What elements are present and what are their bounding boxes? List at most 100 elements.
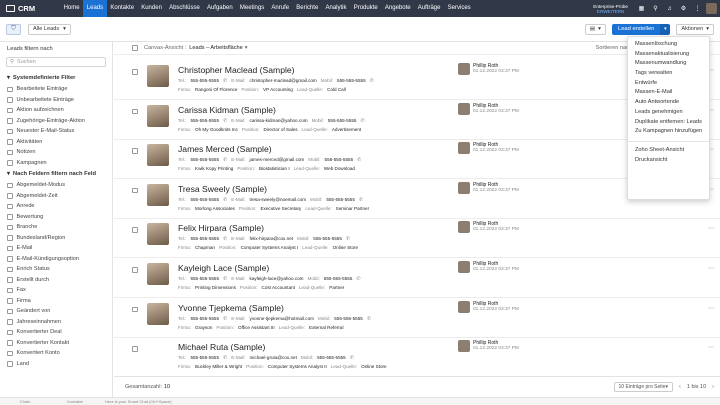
actions-menu-item[interactable]: Zu Kampagnen hinzufügen	[628, 127, 709, 137]
lead-row[interactable]: Michael Ruta (Sample) Tel.: 555-555-5555 ✆ E…	[114, 338, 720, 378]
lead-name[interactable]: Christopher Maclead (Sample)	[178, 65, 295, 75]
phone-icon[interactable]: ✆	[223, 355, 227, 361]
row-checkbox[interactable]	[132, 69, 138, 75]
filter-item[interactable]: Konvertierter Kontakt	[0, 338, 112, 349]
search-icon[interactable]: ⚲	[650, 3, 661, 14]
next-page-icon[interactable]: ›	[712, 384, 714, 390]
filter-checkbox[interactable]	[7, 256, 13, 262]
filter-item[interactable]: Jahreseinnahmen	[0, 317, 112, 328]
apps-menu-icon[interactable]: ⋮	[692, 3, 703, 14]
filter-checkbox[interactable]	[7, 214, 13, 220]
filter-checkbox[interactable]	[7, 139, 13, 145]
actions-menu-item[interactable]: Zoho Sheet-Ansicht	[628, 146, 709, 156]
nav-tab-11[interactable]: Angebote	[381, 0, 414, 17]
phone-icon[interactable]: ✆	[370, 78, 374, 84]
actions-menu-item[interactable]: Tags verwalten	[628, 69, 709, 79]
filter-checkbox[interactable]	[7, 182, 13, 188]
filter-item[interactable]: Abgemeldet-Zeit	[0, 191, 112, 202]
filter-checkbox[interactable]	[7, 203, 13, 209]
nav-tab-2[interactable]: Kontakte	[107, 0, 138, 17]
lead-email[interactable]: tresa-sweely@noemail.com	[250, 197, 307, 203]
nav-tab-8[interactable]: Berichte	[293, 0, 322, 17]
phone-icon[interactable]: ✆	[350, 355, 354, 361]
nav-tab-7[interactable]: Anrufe	[268, 0, 293, 17]
filter-item[interactable]: Bearbeitete Einträge	[0, 84, 112, 95]
filter-item[interactable]: Land	[0, 359, 112, 370]
upgrade-link[interactable]: ERWEITERN	[597, 9, 624, 14]
lead-name[interactable]: Felix Hirpara (Sample)	[178, 223, 264, 233]
filter-checkbox[interactable]	[7, 266, 13, 272]
filter-checkbox[interactable]	[7, 149, 13, 155]
row-checkbox[interactable]	[132, 267, 138, 273]
filter-item[interactable]: Fax	[0, 285, 112, 296]
phone-icon[interactable]: ✆	[359, 197, 363, 203]
actions-menu-item[interactable]: Massenumwandlung	[628, 59, 709, 69]
lead-email[interactable]: michael-gruta@cox.net	[250, 355, 297, 361]
lead-name[interactable]: James Merced (Sample)	[178, 144, 272, 154]
chats-button[interactable]: Chats	[0, 399, 50, 404]
filter-item[interactable]: Enrich Status	[0, 264, 112, 275]
lead-row[interactable]: Yvonne Tjepkema (Sample) Tel.: 555-555-555…	[114, 299, 720, 338]
filter-item[interactable]: Notizen	[0, 147, 112, 158]
filter-item[interactable]: Erstellt durch	[0, 275, 112, 286]
phone-icon[interactable]: ✆	[223, 316, 227, 322]
sidebar-search-input[interactable]: ⚲ Suchen	[6, 57, 106, 67]
filter-item[interactable]: Abgemeldet-Modus	[0, 180, 112, 191]
lead-row[interactable]: Kayleigh Lace (Sample) Tel.: 555-555-5555 ✆…	[114, 259, 720, 298]
notification-bell-icon[interactable]: ♫	[664, 3, 675, 14]
lead-email[interactable]: yvonne-tjepkema@hotmail.com	[250, 316, 314, 322]
actions-menu-item[interactable]: Massen-E-Mail	[628, 88, 709, 98]
nav-tab-13[interactable]: Services	[444, 0, 474, 17]
filter-item[interactable]: Aktivitäten	[0, 137, 112, 148]
nav-tab-10[interactable]: Produkte	[350, 0, 381, 17]
lead-email[interactable]: christopher-maclead@gmail.com	[250, 78, 317, 84]
settings-gear-icon[interactable]: ⚙	[678, 3, 689, 14]
actions-menu-item[interactable]: Auto Antwortende	[628, 98, 709, 108]
nav-tab-9[interactable]: Analytik	[322, 0, 350, 17]
filter-checkbox[interactable]	[7, 361, 13, 367]
row-checkbox[interactable]	[132, 227, 138, 233]
lead-row[interactable]: Felix Hirpara (Sample) Tel.: 555-555-5555 ✆…	[114, 219, 720, 259]
more-options-icon[interactable]: ⋯	[708, 305, 714, 312]
more-options-icon[interactable]: ⋯	[708, 265, 714, 272]
lead-name[interactable]: Yvonne Tjepkema (Sample)	[178, 303, 284, 313]
filter-checkbox[interactable]	[7, 224, 13, 230]
filter-checkbox[interactable]	[7, 350, 13, 356]
phone-icon[interactable]: ✆	[367, 316, 371, 322]
filter-item[interactable]: Anrede	[0, 201, 112, 212]
filter-checkbox[interactable]	[7, 160, 13, 166]
lead-name[interactable]: Michael Ruta (Sample)	[178, 342, 265, 352]
filter-checkbox[interactable]	[7, 340, 13, 346]
nav-tab-5[interactable]: Aufgaben	[203, 0, 236, 17]
nav-tab-4[interactable]: Abschlüsse	[166, 0, 204, 17]
filter-checkbox[interactable]	[7, 193, 13, 199]
actions-menu-item[interactable]: Druckansicht	[628, 156, 709, 166]
more-options-icon[interactable]: ⋯	[708, 225, 714, 232]
lead-name[interactable]: Tresa Sweely (Sample)	[178, 184, 267, 194]
filter-item[interactable]: Bewertung	[0, 212, 112, 223]
lead-name[interactable]: Kayleigh Lace (Sample)	[178, 263, 269, 273]
filter-toggle-button[interactable]: ⛉	[6, 23, 21, 35]
filter-checkbox[interactable]	[7, 298, 13, 304]
select-all-checkbox[interactable]	[132, 45, 138, 51]
phone-icon[interactable]: ✆	[223, 197, 227, 203]
system-filters-header[interactable]: ▾ Systemdefinierte Filter	[0, 72, 112, 84]
filter-item[interactable]: E-Mail	[0, 243, 112, 254]
filter-checkbox[interactable]	[7, 128, 13, 134]
filter-item[interactable]: Geändert von	[0, 306, 112, 317]
lead-email[interactable]: felix-hirpara@cox.net	[250, 236, 293, 242]
contacts-button[interactable]: Kontakte	[50, 399, 100, 404]
lead-email[interactable]: carissa-kidman@yahoo.com	[250, 118, 308, 124]
filter-item[interactable]: Branche	[0, 222, 112, 233]
create-lead-button[interactable]: Lead erstellen	[611, 23, 661, 35]
phone-icon[interactable]: ✆	[223, 276, 227, 282]
view-mode-button[interactable]: ▤ ▾	[584, 23, 606, 35]
nav-tab-3[interactable]: Kunden	[138, 0, 166, 17]
filter-checkbox[interactable]	[7, 86, 13, 92]
actions-menu-item[interactable]: Massenaktualisierung	[628, 50, 709, 60]
grid-icon[interactable]: ▦	[636, 3, 647, 14]
filter-checkbox[interactable]	[7, 329, 13, 335]
row-checkbox[interactable]	[132, 148, 138, 154]
row-checkbox[interactable]	[132, 306, 138, 313]
filter-checkbox[interactable]	[7, 319, 13, 325]
